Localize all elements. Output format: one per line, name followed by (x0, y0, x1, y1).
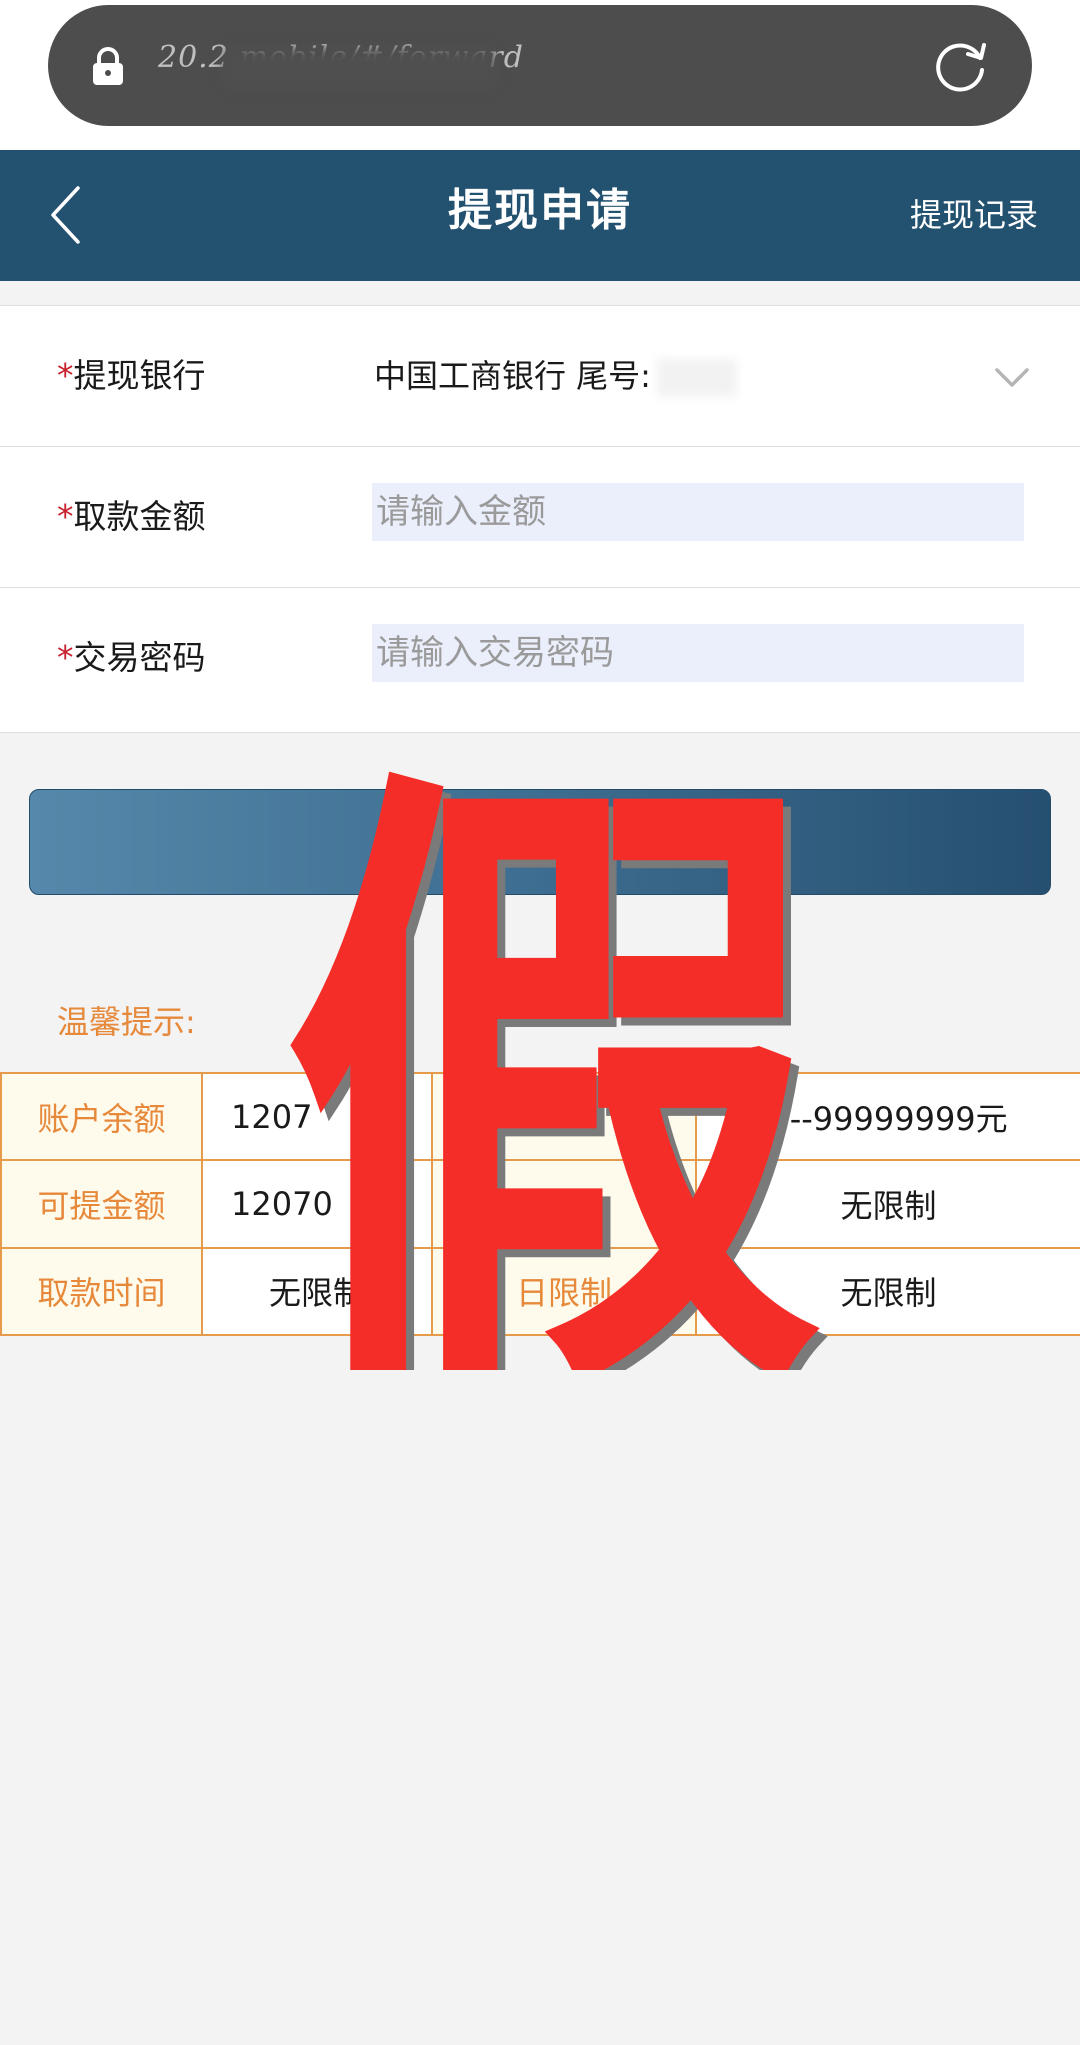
table-cell-label: 次数 (431, 1159, 697, 1249)
withdraw-records-link[interactable]: 提现记录 (910, 190, 1038, 236)
table-cell-label: 取款时间 (0, 1246, 203, 1337)
withdraw-info-table: 账户余额 1207 提现 0--99999999元 可提金额 12070 次数 … (0, 1071, 1080, 1337)
bank-label: *提现银行 (57, 356, 206, 395)
bank-row[interactable]: *提现银行 中国工商银行 尾号: (0, 306, 1080, 446)
withdraw-form: *提现银行 中国工商银行 尾号: *取款金额 *交易密码 (0, 305, 1080, 733)
chevron-down-icon[interactable] (994, 366, 1030, 390)
table-cell-label: 日限制 (431, 1246, 697, 1337)
card-tail-redaction (656, 359, 737, 397)
amount-label: *取款金额 (57, 497, 206, 536)
url-redaction (224, 48, 496, 88)
lock-icon (93, 47, 123, 85)
table-row: 账户余额 1207 提现 0--99999999元 (0, 1071, 1080, 1162)
required-mark: * (57, 356, 74, 395)
amount-input[interactable] (372, 483, 1024, 541)
password-label: *交易密码 (57, 638, 206, 677)
submit-button[interactable]: 提交 (29, 789, 1051, 895)
table-row: 取款时间 无限制 日限制 无限制 (0, 1246, 1080, 1337)
table-cell-value: 0--99999999元 (695, 1071, 1080, 1162)
bank-select-value[interactable]: 中国工商银行 尾号: (374, 306, 737, 446)
tips-title: 温馨提示: (57, 1003, 196, 1041)
refresh-icon[interactable] (930, 36, 990, 96)
trade-password-input[interactable] (372, 624, 1024, 682)
table-row: 可提金额 12070 次数 无限制 (0, 1159, 1080, 1249)
required-mark: * (57, 638, 74, 677)
table-cell-value: 无限制 (201, 1246, 433, 1337)
amount-row: *取款金额 (0, 447, 1080, 587)
table-cell-label: 可提金额 (0, 1159, 203, 1249)
table-cell-value: 1207 (201, 1071, 433, 1162)
table-cell-label: 账户余额 (0, 1071, 203, 1162)
table-cell-value: 12070 (201, 1159, 433, 1249)
table-cell-value: 无限制 (695, 1246, 1080, 1337)
table-cell-value: 无限制 (695, 1159, 1080, 1249)
table-cell-label: 提现 (431, 1071, 697, 1162)
required-mark: * (57, 497, 74, 536)
password-row: *交易密码 (0, 588, 1080, 728)
